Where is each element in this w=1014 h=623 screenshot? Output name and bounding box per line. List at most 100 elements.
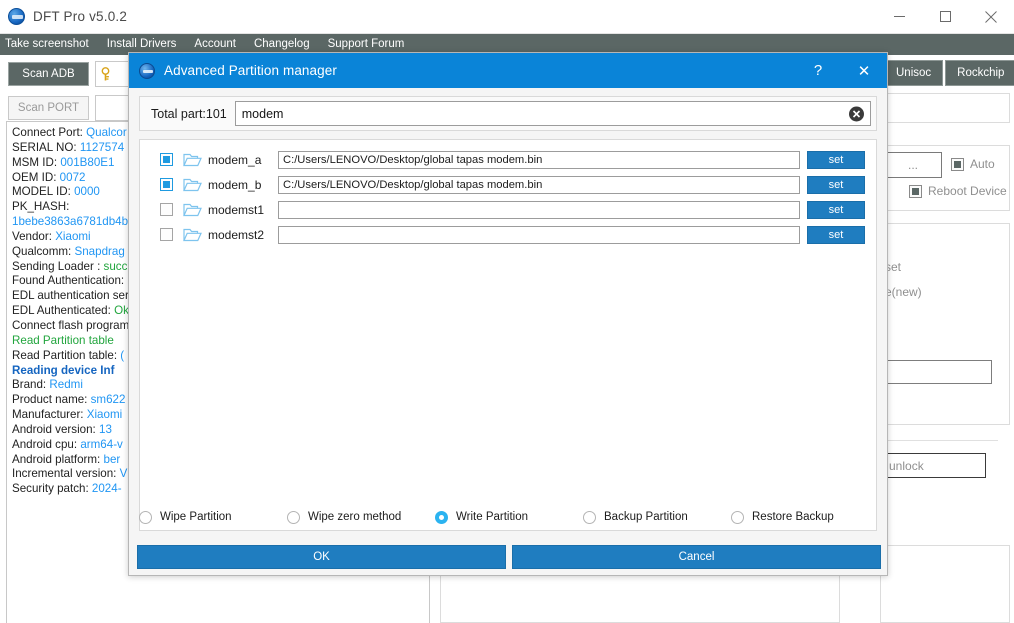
log-line-label: Vendor:: [12, 229, 56, 243]
log-line-label: SERIAL NO:: [12, 140, 80, 154]
log-line-label: Connect flash program: [12, 318, 130, 332]
dialog-titlebar: Advanced Partition manager ? ✕: [129, 53, 887, 88]
log-line-label: PK_HASH:: [12, 200, 70, 214]
log-line-label: Qualcomm:: [12, 244, 75, 258]
log-line-value: 001B80E1: [60, 155, 115, 169]
search-input-wrap: [234, 101, 871, 126]
log-line-label: Connect Port:: [12, 126, 87, 139]
log-line-value: Xiaomi: [55, 229, 91, 243]
partition-search-input[interactable]: [234, 101, 871, 126]
mode-label: Wipe Partition: [160, 511, 232, 523]
log-line-label: Manufacturer:: [12, 408, 87, 422]
mode-radio[interactable]: [139, 510, 152, 524]
log-line-label: Sending Loader :: [12, 259, 104, 273]
scan-adb-button[interactable]: Scan ADB: [8, 62, 89, 86]
reboot-device-checkbox[interactable]: [909, 184, 922, 198]
log-line-label: Android platform:: [12, 452, 104, 466]
clear-circle-icon[interactable]: [849, 106, 864, 121]
mode-radio[interactable]: [583, 510, 596, 524]
partition-name: modemst1: [208, 202, 265, 217]
right-bottom-panel: [880, 545, 1010, 623]
maximize-icon[interactable]: [922, 0, 968, 34]
mode-radio[interactable]: [731, 510, 744, 524]
partition-path-input[interactable]: [278, 175, 800, 194]
minimize-icon[interactable]: [876, 0, 922, 34]
partition-checkbox[interactable]: [160, 228, 173, 241]
close-icon[interactable]: ✕: [841, 53, 887, 88]
set-button[interactable]: set: [807, 175, 865, 194]
panel-input-field[interactable]: [884, 360, 992, 384]
dialog-actions: OK Cancel: [137, 545, 881, 569]
partition-name: modemst2: [208, 227, 265, 242]
log-line-value: Snapdrag: [74, 244, 125, 258]
dft-logo-icon: [8, 8, 25, 25]
window-titlebar: DFT Pro v5.0.2: [0, 0, 1014, 34]
partition-row: modem_b set: [146, 172, 870, 197]
mode-label: Wipe zero method: [308, 511, 402, 523]
tab-rockchip[interactable]: Rockchip: [945, 60, 1014, 86]
key-icon: [101, 66, 110, 80]
log-line-label: Android cpu:: [12, 437, 81, 451]
mode-option[interactable]: Write Partition: [435, 510, 583, 524]
folder-icon[interactable]: [183, 202, 202, 217]
partition-checkbox[interactable]: [160, 153, 173, 166]
dialog-body: Total part:101 modem_asetmodem_bsetmodem…: [129, 88, 887, 577]
log-line-value: 0000: [74, 185, 100, 199]
set-button[interactable]: set: [807, 200, 865, 219]
mode-label: Restore Backup: [752, 511, 834, 523]
log-line-value: Ok: [114, 304, 129, 318]
close-icon[interactable]: [968, 0, 1014, 34]
mode-option[interactable]: Restore Backup: [731, 510, 879, 524]
auto-checkbox-row[interactable]: Auto: [951, 157, 995, 171]
log-line-value: 1bebe3863a6781db4b: [12, 215, 129, 229]
log-line-label: Read Partition table: [12, 333, 114, 347]
partition-path-input[interactable]: [278, 150, 800, 169]
right-top-panel: [880, 93, 1010, 123]
help-icon[interactable]: ?: [795, 53, 841, 88]
mode-option[interactable]: Wipe zero method: [287, 510, 435, 524]
search-frame: Total part:101: [139, 96, 877, 131]
partition-name: modem_a: [208, 152, 262, 167]
panel-text-new: e(new): [885, 285, 922, 299]
log-line-value: Qualcor: [86, 126, 127, 139]
panel-divider: [880, 440, 998, 441]
menu-item-take-screenshot[interactable]: Take screenshot: [0, 34, 98, 55]
reboot-device-label: Reboot Device: [928, 184, 1007, 198]
log-line-value: succ: [103, 259, 128, 273]
partition-list[interactable]: modem_asetmodem_bsetmodemst1setmodemst2s…: [139, 139, 877, 531]
unlock-button[interactable]: unlock: [880, 453, 986, 478]
mode-option[interactable]: Backup Partition: [583, 510, 731, 524]
total-part-label: Total part:101: [151, 106, 227, 121]
mode-radio[interactable]: [287, 510, 300, 524]
log-line-value: (: [120, 348, 125, 362]
auto-checkbox[interactable]: [951, 157, 964, 171]
partition-row: modemst2 set: [146, 222, 870, 247]
mode-radio[interactable]: [435, 510, 448, 524]
log-line-value: 1127574: [79, 140, 125, 154]
reboot-device-checkbox-row[interactable]: Reboot Device: [909, 184, 1007, 198]
log-line-label: Reading device Inf: [12, 363, 115, 377]
scan-port-button[interactable]: Scan PORT: [8, 96, 89, 120]
folder-icon[interactable]: [183, 152, 202, 167]
browse-button[interactable]: ...: [884, 152, 942, 178]
set-button[interactable]: set: [807, 150, 865, 169]
ok-button[interactable]: OK: [137, 545, 506, 569]
partition-path-input[interactable]: [278, 200, 800, 219]
log-line-label: EDL Authenticated:: [12, 304, 115, 318]
folder-icon[interactable]: [183, 227, 202, 242]
dialog-titlebar-buttons: ? ✕: [795, 53, 887, 88]
log-line-label: Product name:: [12, 393, 91, 407]
partition-row: modem_a set: [146, 147, 870, 172]
window-controls: [876, 0, 1014, 34]
set-button[interactable]: set: [807, 225, 865, 244]
partition-checkbox[interactable]: [160, 203, 173, 216]
partition-checkbox[interactable]: [160, 178, 173, 191]
log-line-value: 0072: [59, 170, 86, 184]
folder-icon[interactable]: [183, 177, 202, 192]
tab-unisoc[interactable]: Unisoc: [884, 60, 944, 86]
advanced-partition-manager-dialog: Advanced Partition manager ? ✕ Total par…: [128, 52, 888, 576]
partition-path-input[interactable]: [278, 225, 800, 244]
mode-option[interactable]: Wipe Partition: [139, 510, 287, 524]
cancel-button[interactable]: Cancel: [512, 545, 881, 569]
log-line-label: Security patch:: [12, 482, 92, 496]
